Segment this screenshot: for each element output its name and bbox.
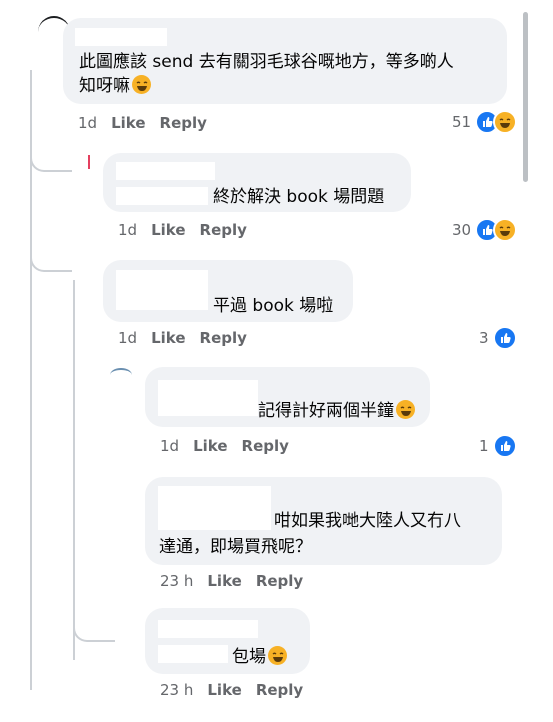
thread-line <box>73 280 77 660</box>
comment-meta: 1d Like Reply <box>118 220 261 240</box>
reaction-count: 3 <box>479 329 489 347</box>
comment-text: 咁如果我哋大陸人又冇八 <box>274 511 461 531</box>
redacted-name <box>116 270 208 310</box>
like-button[interactable]: Like <box>151 328 185 348</box>
redacted-name <box>158 620 258 638</box>
timestamp[interactable]: 1d <box>118 220 137 240</box>
like-icon <box>492 434 517 458</box>
laughing-emoji-icon <box>132 75 151 94</box>
timestamp[interactable]: 23 h <box>160 680 193 700</box>
comment-meta: 23 h Like Reply <box>160 571 317 591</box>
timestamp[interactable]: 1d <box>160 436 179 456</box>
haha-icon <box>493 218 518 242</box>
comment-text: 達通，即場買飛呢？ <box>159 537 312 557</box>
like-icon <box>492 326 517 350</box>
reply-button[interactable]: Reply <box>160 113 207 133</box>
scrollbar[interactable] <box>523 12 528 182</box>
like-button[interactable]: Like <box>151 220 185 240</box>
comment-meta: 23 h Like Reply <box>160 680 317 700</box>
comment-meta: 1d Like Reply <box>78 113 221 133</box>
redacted-name <box>158 380 258 416</box>
haha-icon <box>493 110 518 134</box>
thread-branch <box>30 140 72 172</box>
avatar[interactable] <box>110 368 132 382</box>
reaction-summary[interactable]: 51 <box>452 110 518 134</box>
comment-text: 平過 book 場啦 <box>213 296 334 316</box>
like-button[interactable]: Like <box>207 571 241 591</box>
like-button[interactable]: Like <box>111 113 145 133</box>
redacted-name <box>116 162 215 180</box>
timestamp[interactable]: 1d <box>118 328 137 348</box>
reaction-count: 30 <box>452 221 472 239</box>
thread-branch <box>73 610 115 642</box>
reply-button[interactable]: Reply <box>200 220 247 240</box>
like-button[interactable]: Like <box>207 680 241 700</box>
comment-meta: 1d Like Reply <box>118 328 261 348</box>
timestamp[interactable]: 23 h <box>160 571 193 591</box>
comment-text: 此圖應該 send 去有關羽毛球谷嘅地方，等多啲人 <box>79 52 454 72</box>
redacted-name <box>116 187 208 205</box>
redacted-name <box>158 645 228 663</box>
comment-text: 記得計好兩個半鐘 <box>258 399 415 423</box>
reply-button[interactable]: Reply <box>256 571 303 591</box>
avatar[interactable] <box>88 155 100 169</box>
comment-meta: 1d Like Reply <box>160 436 303 456</box>
reaction-summary[interactable]: 1 <box>479 434 517 458</box>
comment-text: 知呀嘛 <box>79 74 151 98</box>
comment-text: 包場 <box>232 645 287 669</box>
redacted-name <box>158 486 271 530</box>
astonished-emoji-icon <box>268 646 287 665</box>
thread-branch <box>30 240 72 272</box>
like-button[interactable]: Like <box>193 436 227 456</box>
redacted-name <box>75 28 167 46</box>
reaction-count: 1 <box>479 437 489 455</box>
reaction-summary[interactable]: 30 <box>452 218 518 242</box>
timestamp[interactable]: 1d <box>78 113 97 133</box>
reply-button[interactable]: Reply <box>200 328 247 348</box>
comment-text: 終於解決 book 場問題 <box>213 187 385 207</box>
reply-button[interactable]: Reply <box>242 436 289 456</box>
reaction-count: 51 <box>452 113 472 131</box>
reply-button[interactable]: Reply <box>256 680 303 700</box>
reaction-summary[interactable]: 3 <box>479 326 517 350</box>
laughing-emoji-icon <box>396 400 415 419</box>
